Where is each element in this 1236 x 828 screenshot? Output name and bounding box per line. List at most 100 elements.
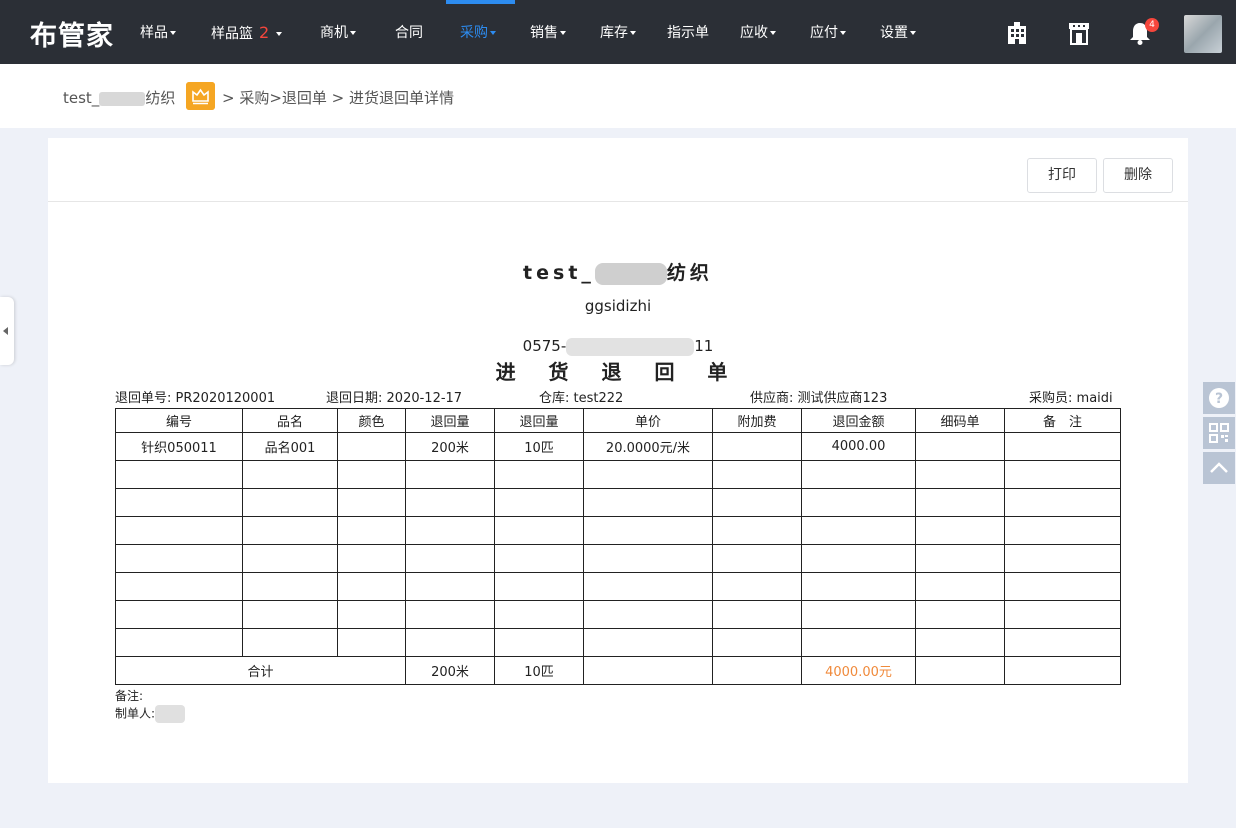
back-to-top-button[interactable]	[1203, 452, 1235, 484]
nav-item-purchasing[interactable]: 采购	[460, 0, 496, 64]
caret-down-icon	[840, 31, 846, 35]
buyer: 采购员: maidi	[1029, 387, 1113, 406]
creator: 制单人:	[115, 705, 186, 723]
meta-label: 退回单号:	[115, 391, 172, 406]
nav-item-instructions[interactable]: 指示单	[667, 0, 709, 64]
meta-label: 退回日期:	[326, 391, 383, 406]
table-cell	[337, 432, 406, 461]
table-cell	[712, 656, 802, 685]
caret-down-icon	[170, 31, 176, 35]
chevron-up-icon	[1210, 462, 1228, 473]
nav-label: 指示单	[667, 25, 709, 41]
empty-row	[115, 488, 1121, 517]
column-header: 退回量	[405, 408, 495, 433]
column-header: 细码单	[915, 408, 1005, 433]
table-cell	[583, 656, 713, 685]
table-cell: 4000.00	[801, 432, 916, 461]
column-header: 单价	[583, 408, 713, 433]
table-cell: 品名001	[242, 432, 338, 461]
doc-address: ggsidizhi	[584, 297, 652, 315]
column-header: 备 注	[1004, 408, 1121, 433]
breadcrumb-company[interactable]: test_ 纺织	[63, 87, 175, 108]
app-logo[interactable]: 布管家	[30, 14, 114, 53]
column-header: 品名	[242, 408, 338, 433]
avatar[interactable]	[1184, 15, 1222, 53]
redacted-text	[99, 91, 146, 106]
breadcrumb: > 采购>退回单 > 进货退回单详情	[222, 89, 455, 107]
company-prefix: test_	[63, 89, 100, 107]
nav-item-contracts[interactable]: 合同	[395, 0, 423, 64]
help-button[interactable]: ?	[1203, 382, 1235, 414]
notification-badge: 4	[1145, 18, 1159, 32]
nav-label: 应付	[810, 25, 838, 41]
empty-row	[115, 516, 1121, 545]
empty-row	[115, 600, 1121, 629]
caret-down-icon	[560, 31, 566, 35]
return-no: 退回单号: PR2020120001	[115, 387, 275, 406]
total-label: 合计	[115, 656, 406, 685]
nav-label: 库存	[600, 25, 628, 41]
help-icon: ?	[1209, 388, 1229, 408]
total-row: 合计 200米 10匹 4000.00元	[115, 656, 1121, 685]
nav-label: 样品	[140, 25, 168, 41]
table-cell	[1004, 656, 1121, 685]
nav-item-opportunities[interactable]: 商机	[320, 0, 356, 64]
print-button[interactable]: 打印	[1027, 158, 1097, 193]
crown-icon[interactable]	[186, 82, 215, 110]
nav-label: 样品篮	[211, 26, 253, 42]
doc-title: 进 货 退 回 单	[495, 360, 741, 384]
column-header: 附加费	[712, 408, 802, 433]
doc-phone: 0575- 11	[0, 337, 1236, 356]
redacted-text	[566, 337, 695, 356]
empty-row	[115, 628, 1121, 657]
phone-prefix: 0575-	[522, 337, 567, 355]
nav-item-sample-basket[interactable]: 样品篮 2	[211, 0, 282, 64]
meta-value: PR2020120001	[175, 391, 276, 406]
card-toolbar: 打印 删除	[48, 138, 1188, 202]
table-cell	[915, 656, 1005, 685]
doc-footer: 备注: 制单人:	[115, 688, 186, 723]
company-suffix: 纺织	[145, 89, 176, 107]
nav-item-inventory[interactable]: 库存	[600, 0, 636, 64]
nav-label: 销售	[530, 25, 558, 41]
nav-item-samples[interactable]: 样品	[140, 0, 176, 64]
table-header-row: 编号 品名 颜色 退回量 退回量 单价 附加费 退回金额 细码单 备 注	[115, 408, 1121, 433]
company-suffix: 纺织	[666, 262, 713, 284]
nav-label: 合同	[395, 25, 423, 41]
table-row: 针织050011 品名001 200米 10匹 20.0000元/米 4000.…	[115, 432, 1121, 461]
empty-row	[115, 460, 1121, 489]
empty-row	[115, 544, 1121, 573]
meta-label: 采购员:	[1029, 391, 1073, 406]
nav-item-payables[interactable]: 应付	[810, 0, 846, 64]
remark-label: 备注:	[115, 689, 144, 703]
meta-value: maidi	[1076, 391, 1113, 406]
creator-label: 制单人:	[115, 706, 156, 721]
column-header: 颜色	[337, 408, 406, 433]
column-header: 退回量	[494, 408, 584, 433]
caret-down-icon	[630, 31, 636, 35]
nav-item-settings[interactable]: 设置	[880, 0, 916, 64]
top-nav: 布管家 样品 样品篮 2 商机 合同 采购 销售 库存 指示单 应收 应付 设置 …	[0, 0, 1236, 64]
meta-label: 仓库:	[539, 391, 570, 406]
nav-item-receivables[interactable]: 应收	[740, 0, 776, 64]
nav-label: 应收	[740, 25, 768, 41]
table-cell	[1004, 432, 1121, 461]
company-prefix: test_	[523, 262, 595, 284]
delete-button[interactable]: 删除	[1103, 158, 1173, 193]
table-cell: 20.0000元/米	[583, 432, 713, 461]
meta-value: 2020-12-17	[386, 391, 463, 406]
caret-down-icon	[350, 31, 356, 35]
table-cell	[712, 432, 802, 461]
qrcode-button[interactable]	[1203, 417, 1235, 449]
store-icon[interactable]	[1066, 20, 1092, 46]
total-qty-meters: 200米	[405, 656, 495, 685]
table-cell	[915, 432, 1005, 461]
nav-label: 设置	[880, 25, 908, 41]
building-icon[interactable]	[1004, 20, 1030, 46]
nav-label: 采购	[460, 25, 488, 41]
redacted-text	[594, 262, 667, 285]
total-qty-pieces: 10匹	[494, 656, 584, 685]
nav-item-sales[interactable]: 销售	[530, 0, 566, 64]
svg-text:?: ?	[1215, 391, 1223, 407]
meta-value: test222	[573, 391, 624, 406]
